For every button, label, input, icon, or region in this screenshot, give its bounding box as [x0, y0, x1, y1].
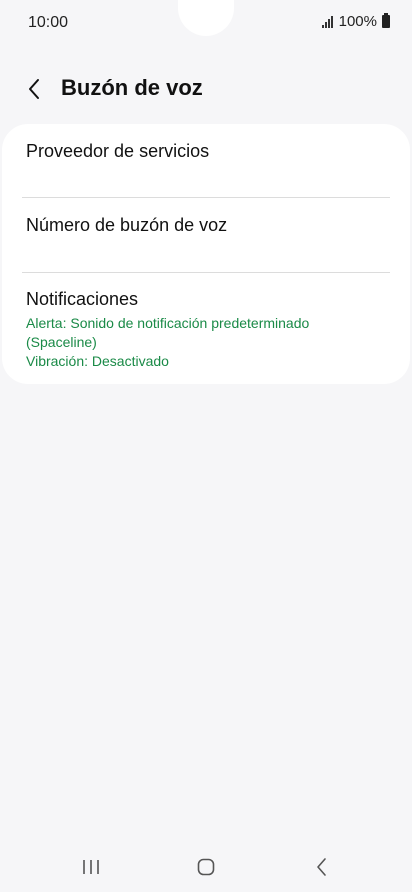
- battery-percentage: 100%: [338, 13, 377, 30]
- setting-voicemail-number[interactable]: Número de buzón de voz: [2, 198, 410, 272]
- status-time: 10:00: [28, 14, 69, 31]
- chevron-left-icon: [29, 79, 39, 99]
- back-icon: [317, 858, 326, 876]
- setting-label: Proveedor de servicios: [26, 141, 210, 161]
- status-indicators: 100%: [321, 13, 390, 30]
- setting-label: Número de buzón de voz: [26, 215, 228, 235]
- back-button[interactable]: [18, 72, 50, 106]
- setting-service-provider[interactable]: Proveedor de servicios: [2, 124, 410, 197]
- notification-alert-detail: Alerta: Sonido de notificación predeterm…: [26, 315, 310, 350]
- recents-button[interactable]: [71, 854, 111, 880]
- setting-label: Notificaciones: [26, 289, 139, 309]
- setting-notifications[interactable]: Notificaciones Alerta: Sonido de notific…: [2, 273, 410, 384]
- settings-card: Proveedor de servicios Número de buzón d…: [2, 124, 410, 384]
- nav-back-button[interactable]: [302, 854, 342, 880]
- recents-icon: [83, 860, 99, 874]
- page-title: Buzón de voz: [61, 75, 203, 100]
- screen: 10:00 100% Buzón de voz Proveedor de ser…: [0, 0, 412, 892]
- notification-vibration-detail: Vibración: Desactivado: [26, 353, 169, 369]
- home-button[interactable]: [186, 854, 226, 880]
- battery-full-icon: [382, 13, 390, 28]
- home-icon: [197, 858, 215, 876]
- status-bar: 10:00 100%: [0, 0, 412, 48]
- app-header: Buzón de voz: [0, 66, 412, 112]
- signal-bars-icon: [321, 15, 333, 28]
- camera-notch: [178, 0, 234, 36]
- navigation-bar: [0, 842, 412, 892]
